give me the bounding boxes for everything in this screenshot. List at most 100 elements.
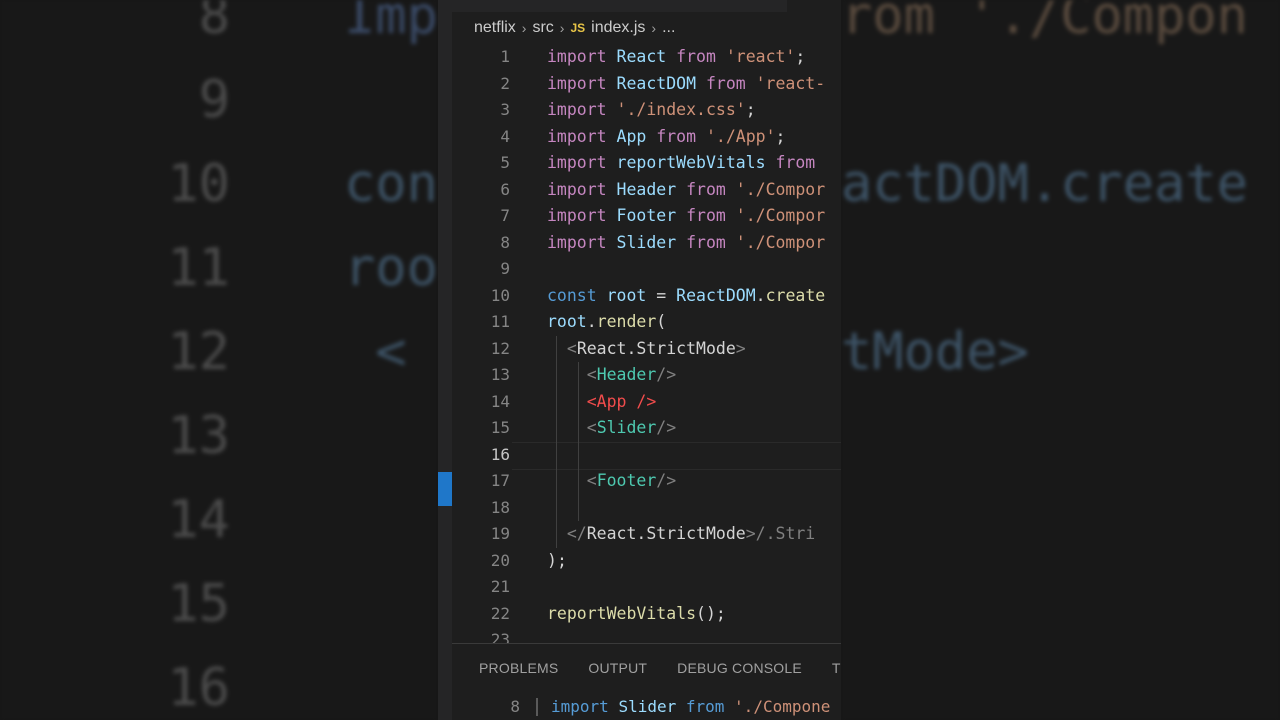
code-token: </ — [566, 524, 587, 543]
code-token: const — [547, 285, 607, 305]
breadcrumb-more[interactable]: ... — [662, 19, 675, 37]
code-token: < — [586, 418, 597, 437]
code-line[interactable]: 15 <Slider/> — [452, 415, 841, 442]
code-line[interactable]: 6 import Header from './Compor — [452, 177, 841, 204]
breadcrumb-file[interactable]: index.js — [591, 19, 645, 37]
code-line[interactable]: 5 import reportWebVitals from — [452, 150, 841, 177]
code-line[interactable]: 9 — [452, 256, 841, 283]
blurred-code-line: 15 — [150, 574, 344, 634]
line-number: 11 — [490, 312, 510, 331]
code-token: reportWebVitals — [547, 603, 697, 623]
panel-tab-debug-console[interactable]: DEBUG CONSOLE — [677, 660, 802, 676]
line-text: import ReactDOM from 'react- — [547, 71, 825, 98]
code-line[interactable]: 18 — [452, 495, 841, 522]
blurred-code-line: 10 cons — [150, 154, 438, 214]
code-token: React.StrictMode — [586, 524, 746, 543]
code-token: Slider — [618, 697, 686, 716]
line-number: 21 — [490, 577, 510, 596]
code-token: from — [656, 126, 706, 146]
code-token: import — [547, 126, 617, 146]
code-token: from — [686, 206, 736, 225]
chevron-right-icon: › — [521, 20, 527, 36]
code-token: from — [686, 179, 736, 199]
code-area[interactable]: 1 import React from 'react'; 2 import React… — [452, 44, 841, 654]
code-line[interactable]: 13 <Header/> — [452, 362, 841, 389]
blurred-code-line: 14 — [150, 490, 344, 550]
line-number: 19 — [490, 524, 510, 543]
code-token: 'react- — [755, 73, 826, 93]
panel-tab-problems[interactable]: PROBLEMS — [479, 660, 558, 676]
line-number: 22 — [490, 603, 510, 623]
indent-guide — [556, 335, 558, 548]
line-text: <React.StrictMode> — [547, 336, 746, 363]
breadcrumb: netflix › src › JS index.js › ... — [474, 16, 675, 40]
code-token: ReactDOM — [676, 285, 756, 305]
line-number: 1 — [500, 47, 510, 66]
code-token: . — [755, 285, 766, 305]
current-line-highlight — [512, 441, 841, 470]
code-editor: netflix › src › JS index.js › ... 1 impor… — [438, 0, 841, 720]
code-token: /> — [656, 471, 677, 490]
blurred-line-text: cons — [344, 154, 438, 214]
blurred-background-right: rom './Compon actDOM.create tMode> — [841, 0, 1280, 720]
code-token: import — [547, 47, 617, 66]
code-token: './Compor — [735, 232, 826, 252]
line-number: 10 — [490, 285, 510, 305]
line-text: import './index.css'; — [547, 97, 756, 124]
code-line[interactable]: 7 import Footer from './Compor — [452, 203, 841, 230]
code-token: 'react' — [725, 47, 796, 66]
code-line[interactable]: 2 import ReactDOM from 'react- — [452, 71, 841, 98]
blurred-line-number: 11 — [167, 238, 230, 298]
code-line[interactable]: 1 import React from 'react'; — [452, 44, 841, 71]
code-line[interactable]: 17 <Footer/> — [452, 468, 841, 495]
code-line[interactable]: 14 <App /> — [452, 389, 841, 416]
blurred-line-number: 16 — [167, 658, 230, 718]
code-line[interactable]: 10 const root = ReactDOM.create — [452, 283, 841, 310]
code-line[interactable]: 22 reportWebVitals(); — [452, 601, 841, 628]
line-text: import Footer from './Compor — [547, 203, 825, 230]
code-token: './Compone — [734, 697, 831, 716]
code-line[interactable]: 8 import Slider from './Compor — [452, 230, 841, 257]
code-token: ; — [556, 550, 567, 570]
panel-tab-te[interactable]: TE — [832, 660, 841, 676]
line-text: </React.StrictMode>/.Stri — [547, 521, 815, 548]
code-line[interactable]: 20); — [452, 548, 841, 575]
code-token: import — [547, 206, 617, 225]
code-line[interactable]: 16 — [452, 441, 841, 470]
line-number: 5 — [500, 153, 510, 172]
code-token: import — [547, 153, 617, 172]
line-text: const root = ReactDOM.create — [547, 283, 825, 310]
editor-tab-bar[interactable] — [452, 0, 787, 12]
line-number: 17 — [490, 471, 510, 490]
line-text: reportWebVitals(); — [547, 601, 726, 628]
line-number: 9 — [500, 259, 510, 278]
code-line[interactable]: 19 </React.StrictMode>/.Stri — [452, 521, 841, 548]
terminal-line-number: 8 — [510, 697, 520, 716]
code-token: /.Stri — [755, 524, 816, 543]
blurred-code-line: tMode> — [841, 322, 1029, 382]
code-line[interactable]: 3 import './index.css'; — [452, 97, 841, 124]
code-line[interactable]: 11 root.render( — [452, 309, 841, 336]
code-token: ; — [795, 47, 806, 66]
breadcrumb-folder-netflix[interactable]: netflix — [474, 19, 516, 37]
terminal-line[interactable]: 8 import Slider from './Compone — [452, 694, 841, 720]
line-number: 16 — [490, 444, 510, 464]
code-line[interactable]: 21 — [452, 574, 841, 601]
code-token: React.StrictMode — [576, 338, 736, 358]
activity-strip — [438, 0, 452, 720]
line-text: <Slider/> — [547, 415, 676, 442]
code-line[interactable]: 4 import App from './App'; — [452, 124, 841, 151]
code-token: './index.css' — [616, 100, 746, 119]
blurred-line-number: 9 — [198, 70, 230, 130]
line-number: 14 — [490, 391, 510, 411]
blurred-line-text: < — [344, 322, 407, 382]
blurred-code-line: 16 — [150, 658, 344, 718]
code-token: './Compor — [735, 179, 826, 199]
line-text: import Header from './Compor — [547, 177, 825, 204]
active-indicator — [438, 472, 452, 506]
code-line[interactable]: 12 <React.StrictMode> — [452, 336, 841, 363]
panel-tab-output[interactable]: OUTPUT — [588, 660, 647, 676]
breadcrumb-folder-src[interactable]: src — [532, 19, 553, 37]
